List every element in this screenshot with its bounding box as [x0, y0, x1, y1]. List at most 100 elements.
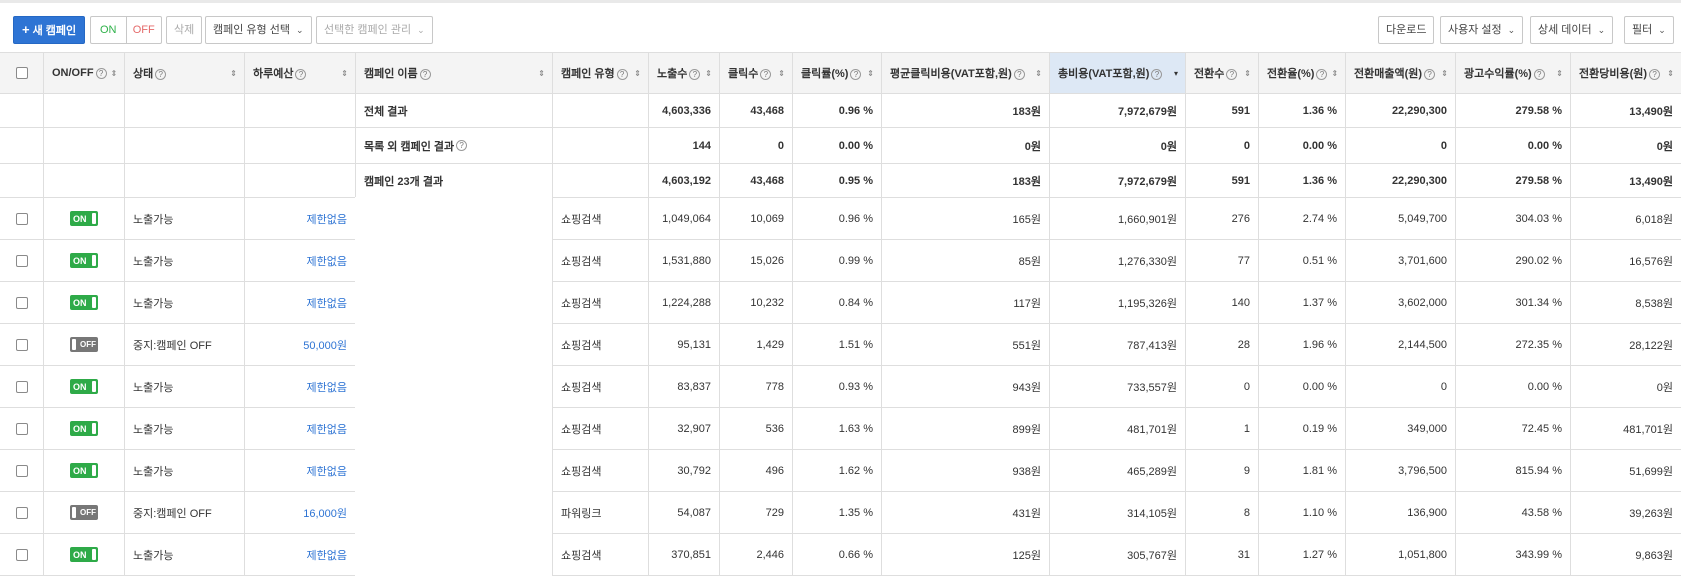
empty-cell [43, 94, 124, 127]
budget-link[interactable]: 제한없음 [307, 253, 347, 269]
row-checkbox[interactable] [15, 548, 28, 561]
sort-icon[interactable]: ⇕ [1331, 69, 1338, 78]
off-button[interactable]: OFF [127, 17, 162, 43]
help-icon[interactable]: ? [689, 68, 701, 80]
sort-icon[interactable]: ⇕ [230, 69, 237, 78]
onoff-toggle[interactable]: ON [70, 253, 98, 268]
on-button[interactable]: ON [91, 17, 127, 43]
summary-value: 0.00 % [1527, 139, 1562, 152]
budget-link[interactable]: 50,000원 [303, 337, 347, 353]
column-header[interactable]: 총비용(VAT포함,원)? ▾ [1049, 53, 1185, 93]
sort-icon[interactable]: ⇕ [1441, 69, 1448, 78]
filter-dropdown[interactable]: 필터 ⌄ [1624, 16, 1674, 44]
column-header[interactable]: 캠페인 유형? ⇕ [552, 53, 648, 93]
help-icon[interactable]: ? [155, 68, 167, 80]
column-header[interactable]: 평균클릭비용(VAT포함,원)? ⇕ [881, 53, 1049, 93]
help-icon[interactable]: ? [456, 140, 468, 151]
onoff-toggle[interactable]: OFF [70, 505, 98, 520]
help-icon[interactable]: ? [295, 68, 307, 80]
sort-icon[interactable]: ⇕ [1667, 69, 1674, 78]
column-header[interactable]: 클릭률(%)? ⇕ [792, 53, 881, 93]
sort-icon[interactable]: ⇕ [341, 69, 348, 78]
row-checkbox[interactable] [15, 380, 28, 393]
row-checkbox[interactable] [15, 464, 28, 477]
summary-name-cell: 목록 외 캠페인 결과? [355, 128, 552, 163]
sort-desc-icon[interactable]: ▾ [1174, 69, 1178, 78]
column-header[interactable]: 광고수익률(%)? ⇕ [1455, 53, 1570, 93]
column-header[interactable]: 전환당비용(원)? ⇕ [1570, 53, 1681, 93]
delete-button[interactable]: 삭제 [166, 16, 203, 44]
budget-link[interactable]: 16,000원 [303, 505, 347, 521]
column-header[interactable]: ON/OFF? ⇕ [43, 53, 124, 93]
onoff-toggle[interactable]: ON [70, 547, 98, 562]
budget-link[interactable]: 제한없음 [307, 295, 347, 311]
select-all-checkbox[interactable] [15, 67, 28, 79]
help-icon[interactable]: ? [760, 68, 772, 80]
manage-selected-dropdown[interactable]: 선택한 캠페인 관리 ⌄ [316, 16, 433, 44]
detail-data-dropdown[interactable]: 상세 데이터 ⌄ [1530, 16, 1614, 44]
user-settings-dropdown[interactable]: 사용자 설정 ⌄ [1440, 16, 1524, 44]
sort-icon[interactable]: ⇕ [1035, 69, 1042, 78]
column-header[interactable]: 클릭수? ⇕ [719, 53, 792, 93]
budget-link[interactable]: 제한없음 [307, 421, 347, 437]
help-icon[interactable]: ? [1649, 68, 1661, 80]
metric-value: 3,701,600 [1398, 254, 1447, 267]
help-icon[interactable]: ? [1424, 68, 1436, 80]
sort-icon[interactable]: ⇕ [867, 69, 874, 78]
metric-value: 39,263원 [1629, 507, 1673, 520]
column-header[interactable]: 전환수? ⇕ [1185, 53, 1258, 93]
onoff-toggle[interactable]: ON [70, 295, 98, 310]
metric-cell: 8 [1185, 492, 1258, 533]
summary-value-cell: 0 [1345, 128, 1455, 163]
budget-cell: 제한없음 [244, 240, 355, 281]
row-checkbox[interactable] [15, 422, 28, 435]
summary-value-cell: 0원 [1570, 128, 1681, 163]
sort-icon[interactable]: ⇕ [705, 69, 712, 78]
column-header[interactable]: 상태? ⇕ [124, 53, 244, 93]
summary-value: 279.58 % [1515, 104, 1562, 117]
metric-cell: 370,851 [648, 534, 719, 575]
column-header[interactable]: 전환매출액(원)? ⇕ [1345, 53, 1455, 93]
campaign-type-cell: 쇼핑검색 [552, 366, 648, 407]
column-header[interactable]: 노출수? ⇕ [648, 53, 719, 93]
sort-icon[interactable]: ⇕ [111, 69, 118, 78]
row-checkbox[interactable] [15, 296, 28, 309]
help-icon[interactable]: ? [1226, 68, 1238, 80]
sort-icon[interactable]: ⇕ [778, 69, 785, 78]
campaign-type-select[interactable]: 캠페인 유형 선택 ⌄ [205, 16, 312, 44]
metric-cell: 1.81 % [1258, 450, 1345, 491]
sort-icon[interactable]: ⇕ [538, 69, 545, 78]
row-checkbox[interactable] [15, 212, 28, 225]
column-header[interactable]: 전환율(%)? ⇕ [1258, 53, 1345, 93]
onoff-toggle[interactable]: ON [70, 379, 98, 394]
sort-icon[interactable]: ⇕ [1556, 69, 1563, 78]
column-header[interactable]: 캠페인 이름? ⇕ [355, 53, 552, 93]
sort-icon[interactable]: ⇕ [1244, 69, 1251, 78]
metric-cell: 0.00 % [1258, 366, 1345, 407]
help-icon[interactable]: ? [1013, 68, 1025, 80]
budget-link[interactable]: 제한없음 [307, 211, 347, 227]
budget-link[interactable]: 제한없음 [307, 547, 347, 563]
metric-cell: 0.96 % [792, 198, 881, 239]
row-checkbox[interactable] [15, 338, 28, 351]
budget-link[interactable]: 제한없음 [307, 379, 347, 395]
help-icon[interactable]: ? [95, 67, 107, 79]
help-icon[interactable]: ? [850, 68, 862, 80]
help-icon[interactable]: ? [616, 68, 628, 80]
onoff-toggle[interactable]: ON [70, 211, 98, 226]
onoff-toggle[interactable]: ON [70, 463, 98, 478]
column-header[interactable]: 하루예산? ⇕ [244, 53, 355, 93]
metric-value: 536 [765, 422, 784, 435]
onoff-toggle[interactable]: ON [70, 421, 98, 436]
sort-icon[interactable]: ⇕ [634, 69, 641, 78]
budget-link[interactable]: 제한없음 [307, 463, 347, 479]
help-icon[interactable]: ? [1316, 68, 1328, 80]
help-icon[interactable]: ? [1151, 68, 1163, 80]
onoff-toggle[interactable]: OFF [70, 337, 98, 352]
row-checkbox[interactable] [15, 254, 28, 267]
new-campaign-button[interactable]: + 새 캠페인 [13, 16, 86, 44]
help-icon[interactable]: ? [419, 68, 431, 80]
help-icon[interactable]: ? [1533, 68, 1545, 80]
download-button[interactable]: 다운로드 [1378, 16, 1435, 44]
row-checkbox[interactable] [15, 506, 28, 519]
